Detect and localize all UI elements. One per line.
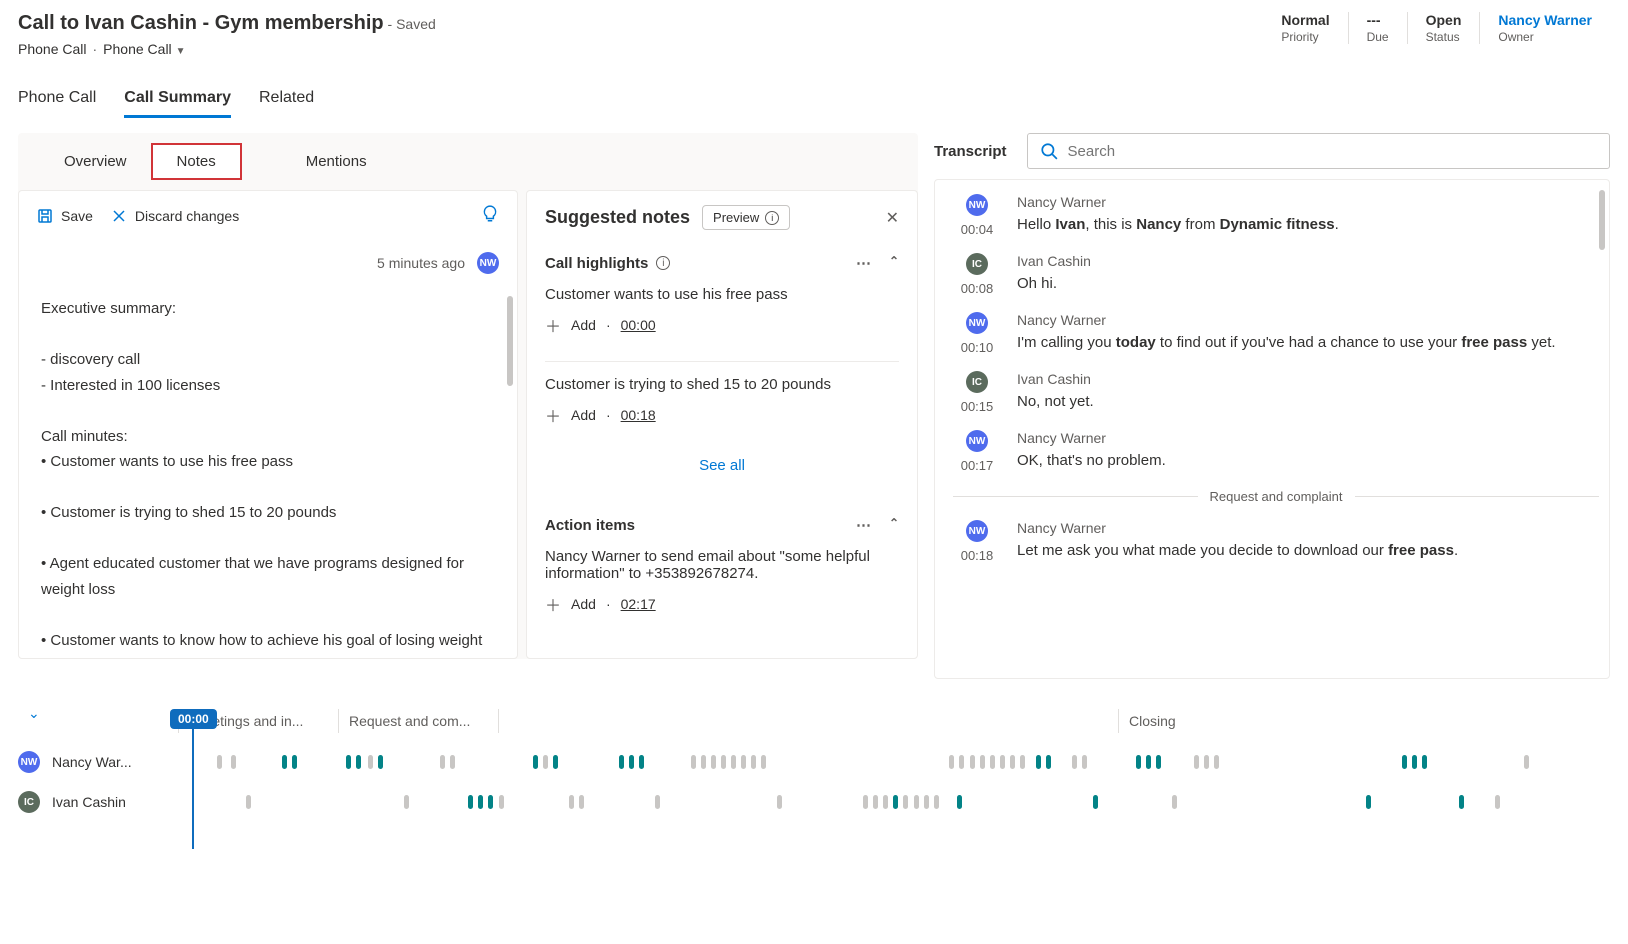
timestamp-link[interactable]: 02:17 [621, 596, 656, 612]
timestamp-link[interactable]: 00:00 [621, 317, 656, 333]
timeline-track[interactable] [174, 755, 1610, 769]
tab-phone-call[interactable]: Phone Call [18, 81, 96, 118]
action-item-text: Nancy Warner to send email about "some h… [545, 548, 899, 582]
add-button[interactable]: Add [571, 596, 596, 612]
chevron-down-icon[interactable]: ⌄ [28, 705, 40, 722]
save-icon [37, 208, 53, 224]
chevron-up-icon[interactable]: ⌃ [889, 516, 899, 534]
header-meta-item: NormalPriority [1263, 12, 1348, 44]
speaker-name: Nancy Warner [1017, 520, 1599, 536]
timestamp: 00:18 [961, 548, 994, 563]
header-meta-item[interactable]: Nancy WarnerOwner [1480, 12, 1610, 44]
avatar: IC [18, 791, 40, 813]
tab-call-summary[interactable]: Call Summary [124, 81, 231, 118]
subtab-mentions[interactable]: Mentions [282, 145, 391, 178]
plus-icon[interactable]: ＋ [545, 592, 561, 616]
avatar: IC [966, 253, 988, 275]
utterance: Oh hi. [1017, 273, 1599, 296]
utterance: Hello Ivan, this is Nancy from Dynamic f… [1017, 214, 1599, 237]
utterance: I'm calling you today to find out if you… [1017, 332, 1599, 355]
transcript-turn[interactable]: NW 00:04 Nancy Warner Hello Ivan, this is … [953, 194, 1599, 237]
timestamp: 00:10 [961, 340, 994, 355]
header-meta-item: ---Due [1349, 12, 1408, 44]
plus-icon[interactable]: ＋ [545, 313, 561, 337]
highlights-heading: Call highlights [545, 255, 648, 272]
add-button[interactable]: Add [571, 407, 596, 423]
timeline-segment[interactable]: Closing [1118, 709, 1408, 733]
suggested-title: Suggested notes [545, 207, 690, 228]
timeline-track[interactable] [174, 795, 1610, 809]
avatar: NW [477, 252, 499, 274]
tab-related[interactable]: Related [259, 81, 314, 118]
header-meta-item: OpenStatus [1408, 12, 1481, 44]
timestamp-link[interactable]: 00:18 [621, 407, 656, 423]
save-status: - Saved [388, 16, 436, 32]
avatar: NW [966, 430, 988, 452]
speaker-name: Nancy Warner [1017, 430, 1599, 446]
highlight-text: Customer wants to use his free pass [545, 286, 899, 303]
transcript-heading: Transcript [934, 143, 1007, 160]
timeline-segment[interactable] [498, 709, 1118, 733]
timeline-row: IC Ivan Cashin [18, 791, 1610, 813]
timestamp: 00:08 [961, 281, 994, 296]
transcript-turn[interactable]: NW 00:10 Nancy Warner I'm calling you toda… [953, 312, 1599, 355]
speaker-name: Nancy Warner [1017, 194, 1599, 210]
transcript-section-label: Request and complaint [1210, 489, 1343, 504]
info-icon: i [765, 211, 779, 225]
transcript-turn[interactable]: IC 00:15 Ivan Cashin No, not yet. [953, 371, 1599, 414]
highlight-text: Customer is trying to shed 15 to 20 poun… [545, 376, 899, 393]
timestamp: 00:15 [961, 399, 994, 414]
close-icon [111, 208, 127, 224]
search-icon [1040, 142, 1058, 160]
more-icon[interactable]: ⋯ [856, 254, 871, 272]
transcript-turn[interactable]: NW 00:18 Nancy Warner Let me ask you what … [953, 520, 1599, 563]
avatar: NW [966, 194, 988, 216]
subtab-overview[interactable]: Overview [40, 145, 151, 178]
utterance: No, not yet. [1017, 391, 1599, 414]
plus-icon[interactable]: ＋ [545, 403, 561, 427]
more-icon[interactable]: ⋯ [856, 516, 871, 534]
avatar: NW [18, 751, 40, 773]
timeline-segment[interactable]: Request and com... [338, 709, 498, 733]
save-button[interactable]: Save [37, 208, 93, 224]
avatar: NW [966, 312, 988, 334]
search-input[interactable] [1027, 133, 1610, 169]
lightbulb-icon[interactable] [481, 205, 499, 226]
avatar: IC [966, 371, 988, 393]
speaker-name: Ivan Cashin [1017, 371, 1599, 387]
subtab-notes[interactable]: Notes [151, 143, 242, 180]
discard-button[interactable]: Discard changes [111, 208, 239, 224]
preview-button[interactable]: Preview i [702, 205, 790, 230]
chevron-down-icon: ▼ [176, 46, 186, 57]
transcript-turn[interactable]: NW 00:17 Nancy Warner OK, that's no proble… [953, 430, 1599, 473]
timestamp: 00:04 [961, 222, 994, 237]
utterance: OK, that's no problem. [1017, 450, 1599, 473]
timeline-participant: Ivan Cashin [52, 794, 162, 810]
note-timestamp: 5 minutes ago [377, 255, 465, 271]
timestamp: 00:17 [961, 458, 994, 473]
timeline-playhead[interactable]: 00:00 [170, 709, 217, 849]
close-icon[interactable]: ✕ [886, 208, 899, 228]
utterance: Let me ask you what made you decide to d… [1017, 540, 1599, 563]
speaker-name: Ivan Cashin [1017, 253, 1599, 269]
scrollbar-thumb[interactable] [1599, 190, 1605, 250]
action-items-heading: Action items [545, 517, 635, 534]
add-button[interactable]: Add [571, 317, 596, 333]
note-body[interactable]: Executive summary: - discovery call- Int… [19, 278, 517, 658]
speaker-name: Nancy Warner [1017, 312, 1599, 328]
breadcrumb[interactable]: Phone Call·Phone Call▼ [18, 41, 436, 57]
scrollbar-thumb[interactable] [507, 296, 513, 386]
info-icon[interactable]: i [656, 256, 670, 270]
transcript-turn[interactable]: IC 00:08 Ivan Cashin Oh hi. [953, 253, 1599, 296]
record-title: Call to Ivan Cashin - Gym membership [18, 12, 384, 34]
timeline-row: NW Nancy War... [18, 751, 1610, 773]
avatar: NW [966, 520, 988, 542]
chevron-up-icon[interactable]: ⌃ [889, 254, 899, 272]
timeline-participant: Nancy War... [52, 754, 162, 770]
see-all-link[interactable]: See all [545, 439, 899, 492]
